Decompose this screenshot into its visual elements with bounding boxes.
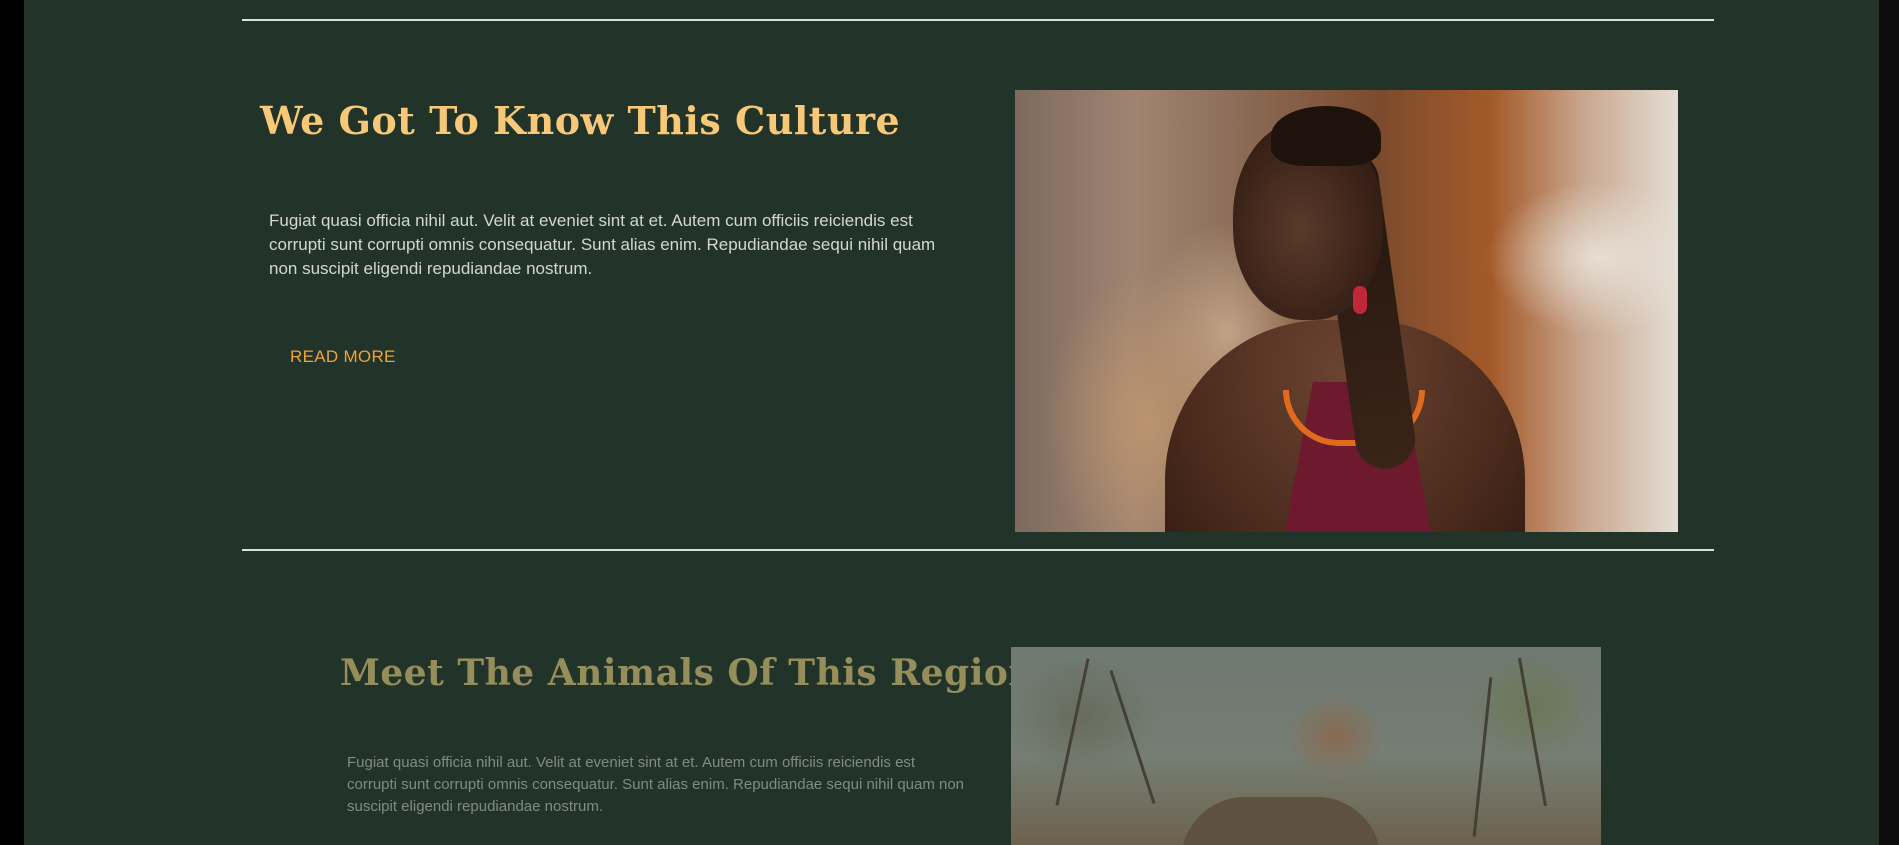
right-gutter [1879,0,1899,845]
photo-dim-overlay [1011,647,1601,845]
culture-paragraph: Fugiat quasi officia nihil aut. Velit at… [269,211,936,278]
main-content[interactable]: We Got To Know This Culture Fugiat quasi… [24,0,1879,845]
culture-photo [1015,90,1678,532]
animals-photo [1011,647,1601,845]
photo-figure-hair [1271,106,1381,166]
section-divider-middle [242,549,1714,551]
section-divider-top [242,19,1714,21]
animals-heading: Meet The Animals Of This Region [340,652,1036,694]
left-gutter [0,0,24,845]
photo-earring [1353,286,1367,314]
read-more-button[interactable]: READ MORE [278,343,408,371]
culture-heading: We Got To Know This Culture [260,98,901,143]
animals-paragraph: Fugiat quasi officia nihil aut. Velit at… [347,754,965,815]
page: We Got To Know This Culture Fugiat quasi… [0,0,1899,845]
